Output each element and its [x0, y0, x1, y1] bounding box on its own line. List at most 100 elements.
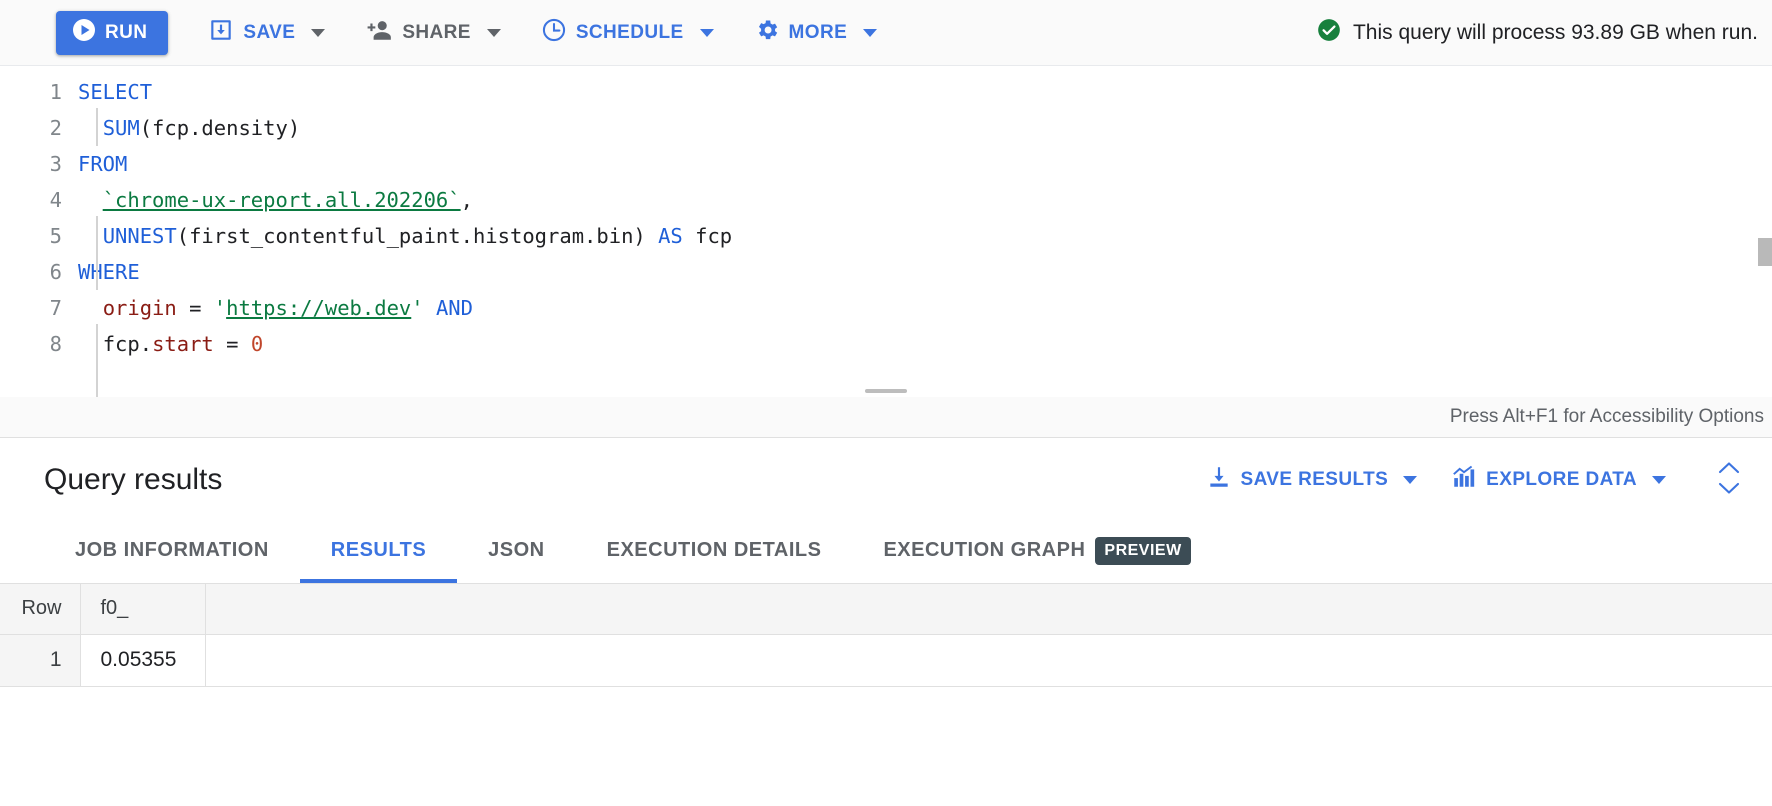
explore-data-button[interactable]: EXPLORE DATA: [1443, 459, 1674, 501]
column-header[interactable]: [205, 584, 1772, 634]
play-icon: [72, 18, 96, 48]
code-token: ': [214, 296, 226, 320]
line-number: 5: [0, 218, 62, 254]
code-token: AND: [424, 296, 473, 320]
code-lines[interactable]: SELECT SUM(fcp.density) FROM `chrome-ux-r…: [78, 74, 1772, 362]
tab-results[interactable]: RESULTS: [300, 522, 457, 583]
code-token: UNNEST: [103, 224, 177, 248]
code-token: fcp: [683, 224, 732, 248]
schedule-chevron-down-icon[interactable]: [700, 29, 714, 37]
chart-icon: [1451, 464, 1477, 496]
indent-guide: [96, 216, 98, 290]
run-button-label: RUN: [105, 22, 147, 44]
line-number: 1: [0, 74, 62, 110]
code-token: ': [411, 296, 423, 320]
more-chevron-down-icon[interactable]: [863, 29, 877, 37]
table-cell: 0.05355: [80, 634, 205, 686]
code-line[interactable]: WHERE: [78, 254, 1772, 290]
expand-collapse-panel-button[interactable]: [1692, 461, 1754, 500]
code-token: https://web.dev: [226, 296, 411, 320]
code-line[interactable]: fcp.start = 0: [78, 326, 1772, 362]
more-button[interactable]: MORE: [744, 11, 858, 55]
preview-badge: PREVIEW: [1095, 537, 1190, 565]
tab-execution-graph[interactable]: EXECUTION GRAPH PREVIEW: [852, 522, 1221, 583]
save-results-button[interactable]: SAVE RESULTS: [1198, 459, 1426, 501]
schedule-button-label: SCHEDULE: [576, 22, 684, 44]
save-icon: [208, 17, 234, 49]
run-button[interactable]: RUN: [56, 11, 168, 55]
share-chevron-down-icon[interactable]: [487, 29, 501, 37]
code-line[interactable]: FROM: [78, 146, 1772, 182]
code-area[interactable]: 12345678 SELECT SUM(fcp.density) FROM `ch…: [0, 66, 1772, 362]
explore-data-chevron-down-icon[interactable]: [1652, 476, 1666, 484]
results-tabs: JOB INFORMATION RESULTS JSON EXECUTION DETA…: [0, 522, 1772, 584]
code-token: WHERE: [78, 260, 140, 284]
editor-resize-handle[interactable]: [865, 389, 907, 393]
table-header-row: Rowf0_: [0, 584, 1772, 634]
code-line[interactable]: UNNEST(first_contentful_paint.histogram.…: [78, 218, 1772, 254]
accessibility-hint-text: Press Alt+F1 for Accessibility Options: [1450, 406, 1764, 428]
code-token: (first_contentful_paint.histogram.bin): [177, 224, 646, 248]
code-line[interactable]: `chrome-ux-report.all.202206`,: [78, 182, 1772, 218]
line-number: 3: [0, 146, 62, 182]
gear-icon: [754, 17, 780, 49]
line-number: 7: [0, 290, 62, 326]
code-token: fcp.: [103, 332, 152, 356]
line-number: 8: [0, 326, 62, 362]
column-header[interactable]: f0_: [80, 584, 205, 634]
share-button[interactable]: SHARE: [355, 11, 481, 55]
tab-label: EXECUTION DETAILS: [607, 539, 822, 562]
column-header[interactable]: Row: [0, 584, 80, 634]
check-circle-icon: [1316, 17, 1342, 49]
results-table: Rowf0_ 10.05355: [0, 584, 1772, 687]
results-table-head: Rowf0_: [0, 584, 1772, 634]
row-number-cell: 1: [0, 634, 80, 686]
tab-json[interactable]: JSON: [457, 522, 575, 583]
code-token: origin: [103, 296, 177, 320]
code-token: SUM: [103, 116, 140, 140]
code-line[interactable]: origin = 'https://web.dev' AND: [78, 290, 1772, 326]
query-results-header: Query results SAVE RESULTS: [0, 438, 1772, 522]
line-number: 6: [0, 254, 62, 290]
code-line[interactable]: SUM(fcp.density): [78, 110, 1772, 146]
query-cost-status: This query will process 93.89 GB when ru…: [1316, 17, 1758, 49]
tab-execution-details[interactable]: EXECUTION DETAILS: [576, 522, 853, 583]
results-table-body: 10.05355: [0, 634, 1772, 686]
code-token: [78, 116, 103, 140]
page-title: Query results: [44, 463, 222, 497]
code-token: FROM: [78, 152, 127, 176]
chevron-up-icon: [1718, 461, 1740, 479]
editor-vertical-scrollbar[interactable]: [1758, 238, 1772, 266]
line-number-gutter: 12345678: [0, 74, 78, 362]
table-row[interactable]: 10.05355: [0, 634, 1772, 686]
download-icon: [1206, 464, 1232, 496]
tab-label: EXECUTION GRAPH: [883, 539, 1085, 562]
code-token: ,: [461, 188, 473, 212]
save-chevron-down-icon[interactable]: [311, 29, 325, 37]
code-token: start: [152, 332, 214, 356]
save-button-label: SAVE: [243, 22, 295, 44]
sql-editor[interactable]: 12345678 SELECT SUM(fcp.density) FROM `ch…: [0, 66, 1772, 438]
line-number: 2: [0, 110, 62, 146]
code-token: =: [177, 296, 214, 320]
code-line[interactable]: SELECT: [78, 74, 1772, 110]
code-token: =: [214, 332, 251, 356]
share-button-label: SHARE: [402, 22, 471, 44]
explore-data-label: EXPLORE DATA: [1486, 469, 1637, 491]
chevron-down-icon: [1718, 482, 1740, 500]
tab-label: JOB INFORMATION: [75, 539, 269, 562]
code-token: 0: [251, 332, 263, 356]
schedule-button[interactable]: SCHEDULE: [531, 11, 694, 55]
code-token: [78, 332, 103, 356]
tab-label: RESULTS: [331, 539, 426, 562]
clock-icon: [541, 17, 567, 49]
code-token: [78, 296, 103, 320]
query-toolbar: RUN SAVE SHARE: [0, 0, 1772, 66]
line-number: 4: [0, 182, 62, 218]
query-cost-text: This query will process 93.89 GB when ru…: [1353, 21, 1758, 45]
accessibility-hint-bar: Press Alt+F1 for Accessibility Options: [0, 397, 1772, 437]
table-cell: [205, 634, 1772, 686]
save-results-chevron-down-icon[interactable]: [1403, 476, 1417, 484]
save-button[interactable]: SAVE: [198, 11, 305, 55]
tab-job-information[interactable]: JOB INFORMATION: [44, 522, 300, 583]
